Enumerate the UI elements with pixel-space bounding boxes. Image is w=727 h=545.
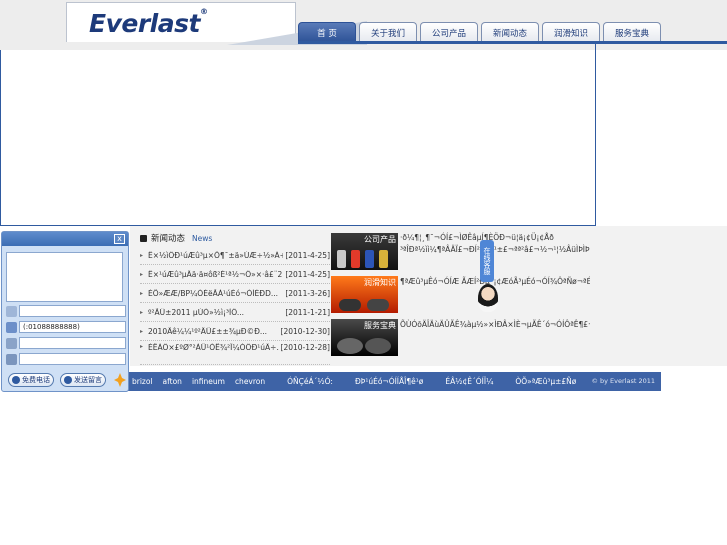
footer-link[interactable]: brizol	[132, 377, 153, 386]
footer-links-bar: brizol afton infineum chevron ÓÑÇéÁ´½Ó: …	[128, 372, 661, 391]
nav-tab[interactable]: 润滑知识	[542, 22, 600, 42]
news-list: ▸ Ê×½ìÖÐ¹úÆû³µ×Ô¶¯±ä»ÙÆ÷½»Á÷... [2011-4-25…	[140, 246, 330, 365]
send-message-button[interactable]: 发送留言	[60, 373, 106, 387]
phone-icon	[12, 376, 20, 384]
news-item-date: [2011-4-25]	[285, 269, 330, 279]
news-item-date: [2011-3-26]	[285, 288, 330, 298]
footer-link[interactable]: ÒÕ»ªÆû³µ±£Ñø	[515, 377, 576, 386]
phone-icon	[6, 321, 17, 333]
chat-name-field	[6, 305, 126, 317]
product-banner-products[interactable]: 公司产品	[331, 233, 398, 270]
bullet-arrow-icon: ▸	[140, 343, 144, 350]
chat-widget: x (:01088888888) 免费电话 发送留言	[1, 231, 129, 392]
news-item-title[interactable]: 2010Äê¼¼¹º²ÄÛ£±±¾µÐ©Ð...	[148, 327, 279, 336]
news-item-title[interactable]: º²ÃÜ±2011 µÚÒ»½ì¡³ÌÖ...	[148, 308, 283, 317]
news-item-date: [2010-12-28]	[280, 343, 330, 352]
news-item[interactable]: ▸ º²ÃÜ±2011 µÚÒ»½ì¡³ÌÖ... [2011-1-21]	[140, 303, 330, 322]
news-item-date: [2011-4-25]	[285, 250, 330, 260]
bullet-arrow-icon: ▸	[140, 327, 144, 335]
banner-area	[0, 50, 595, 226]
nav-tab[interactable]: 服务宝典	[603, 22, 661, 42]
mobile-icon	[6, 337, 17, 349]
address-input[interactable]	[19, 353, 126, 365]
send-icon	[64, 376, 72, 384]
chat-message-textarea[interactable]	[6, 252, 123, 302]
product-desc-knowledge: ¶ªÆû³µÊó¬ÓÍÆ ÃÆÍ²Ðµ¯¡¢ÆóÃ³µÉó¬ÓÍ¾ÔªÑø¬ªÉ…	[400, 277, 590, 286]
online-service-tab[interactable]: 在线客服	[480, 240, 494, 282]
chat-mobile-field	[6, 337, 126, 349]
news-bullet-icon	[140, 234, 147, 242]
bullet-arrow-icon: ▸	[140, 308, 144, 316]
nav-tab[interactable]: 公司产品	[420, 22, 478, 42]
product-banner-service[interactable]: 服务宝典	[331, 319, 398, 356]
news-item-date: [2010-12-30]	[280, 326, 330, 336]
product-desc-service: ÕÙÓõÄÎÄùÄÛÃÊ¾àµ½»×ÌÐÂ×ÌÈ¬µÃÊ´ó¬ÓÍÔªÊ¶£¬º…	[400, 320, 590, 329]
logo-area[interactable]: Everlast®	[66, 2, 367, 45]
news-title: 新闻动态	[151, 234, 186, 244]
product-banner-knowledge[interactable]: 润滑知识	[331, 276, 398, 313]
footer-link[interactable]: afton	[163, 377, 182, 386]
user-icon	[6, 305, 17, 317]
sparkle-icon	[114, 373, 126, 387]
chat-titlebar: x	[2, 232, 128, 246]
news-item[interactable]: ▸ ÈÕ»ÆÆ/BP¼ÓÈëÃÀ¹úÉó¬ÓÍÉÐD... [2011-3-26]	[140, 284, 330, 303]
nav-tab[interactable]: 新闻动态	[481, 22, 539, 42]
main-nav: 首 页关于我们 公司产品 新闻动态 润滑知识 服务宝典	[298, 22, 661, 42]
home-icon	[6, 353, 17, 365]
news-item-title[interactable]: ÈËÀÖ×£ºØ°²ÀÛ¹ÓË¾²Î¼ÓÖÐ¹úÂ÷...	[148, 343, 279, 352]
news-header: 新闻动态 News	[140, 232, 212, 244]
chat-phone-field: (:01088888888)	[6, 321, 126, 333]
news-more-link[interactable]: News	[192, 234, 212, 243]
bullet-arrow-icon: ▸	[140, 251, 144, 259]
logo: Everlast®	[89, 7, 208, 38]
phone-input[interactable]: (:01088888888)	[19, 321, 126, 333]
product-desc-products: ·ð¼¶¦¸¶¯¬ÓÍ£¬ÌØÊâµÍ¶ÈÖÐ¬ü¦ä¡¢Ü¡¢Åð ³ªÎÐª…	[400, 233, 590, 254]
nav-tab[interactable]: 首 页	[298, 22, 356, 42]
close-icon[interactable]: x	[114, 234, 125, 244]
nav-underline	[298, 41, 727, 44]
news-item-title[interactable]: Ê×¹úÆû³µÂä·ä¤ôß²É¹ª½¬Ö»×·â£¨2...	[148, 270, 283, 279]
footer-link[interactable]: infineum	[192, 377, 225, 386]
product-label: 服务宝典	[364, 321, 396, 330]
footer-link[interactable]: ÐÞ¹úÉó¬ÓÍÍÅÎ¶ê¹ø	[355, 377, 423, 386]
name-input[interactable]	[19, 305, 126, 317]
product-label: 公司产品	[364, 235, 396, 244]
right-panel	[595, 226, 727, 366]
mobile-input[interactable]	[19, 337, 126, 349]
bullet-arrow-icon: ▸	[140, 289, 144, 297]
news-item[interactable]: ▸ Ê×¹úÆû³µÂä·ä¤ôß²É¹ª½¬Ö»×·â£¨2... [2011-4…	[140, 265, 330, 284]
copyright: © by Everlast 2011	[591, 377, 655, 385]
news-item-title[interactable]: ÈÕ»ÆÆ/BP¼ÓÈëÃÀ¹úÉó¬ÓÍÉÐD...	[148, 289, 283, 298]
footer-link[interactable]: ÉÂ½¢Ê´ÓÍÎ¼	[445, 377, 493, 386]
product-label: 润滑知识	[364, 278, 396, 287]
bullet-arrow-icon: ▸	[140, 270, 144, 278]
footer-link[interactable]: chevron	[235, 377, 265, 386]
chat-address-field	[6, 353, 126, 365]
right-divider	[595, 44, 596, 226]
free-call-button[interactable]: 免费电话	[8, 373, 54, 387]
news-item[interactable]: ▸ Ê×½ìÖÐ¹úÆû³µ×Ô¶¯±ä»ÙÆ÷½»Á÷... [2011-4-25…	[140, 246, 330, 265]
nav-tab[interactable]: 关于我们	[359, 22, 417, 42]
footer-link: ÓÑÇéÁ´½Ó:	[287, 377, 333, 386]
news-item-title[interactable]: Ê×½ìÖÐ¹úÆû³µ×Ô¶¯±ä»ÙÆ÷½»Á÷...	[148, 251, 283, 260]
news-item[interactable]: ▸ ÈËÀÖ×£ºØ°²ÀÛ¹ÓË¾²Î¼ÓÖÐ¹úÂ÷... [2010-12-2…	[140, 341, 330, 365]
news-item[interactable]: ▸ 2010Äê¼¼¹º²ÄÛ£±±¾µÐ©Ð... [2010-12-30]	[140, 322, 330, 341]
service-avatar-icon[interactable]	[478, 284, 498, 312]
news-item-date: [2011-1-21]	[285, 307, 330, 317]
